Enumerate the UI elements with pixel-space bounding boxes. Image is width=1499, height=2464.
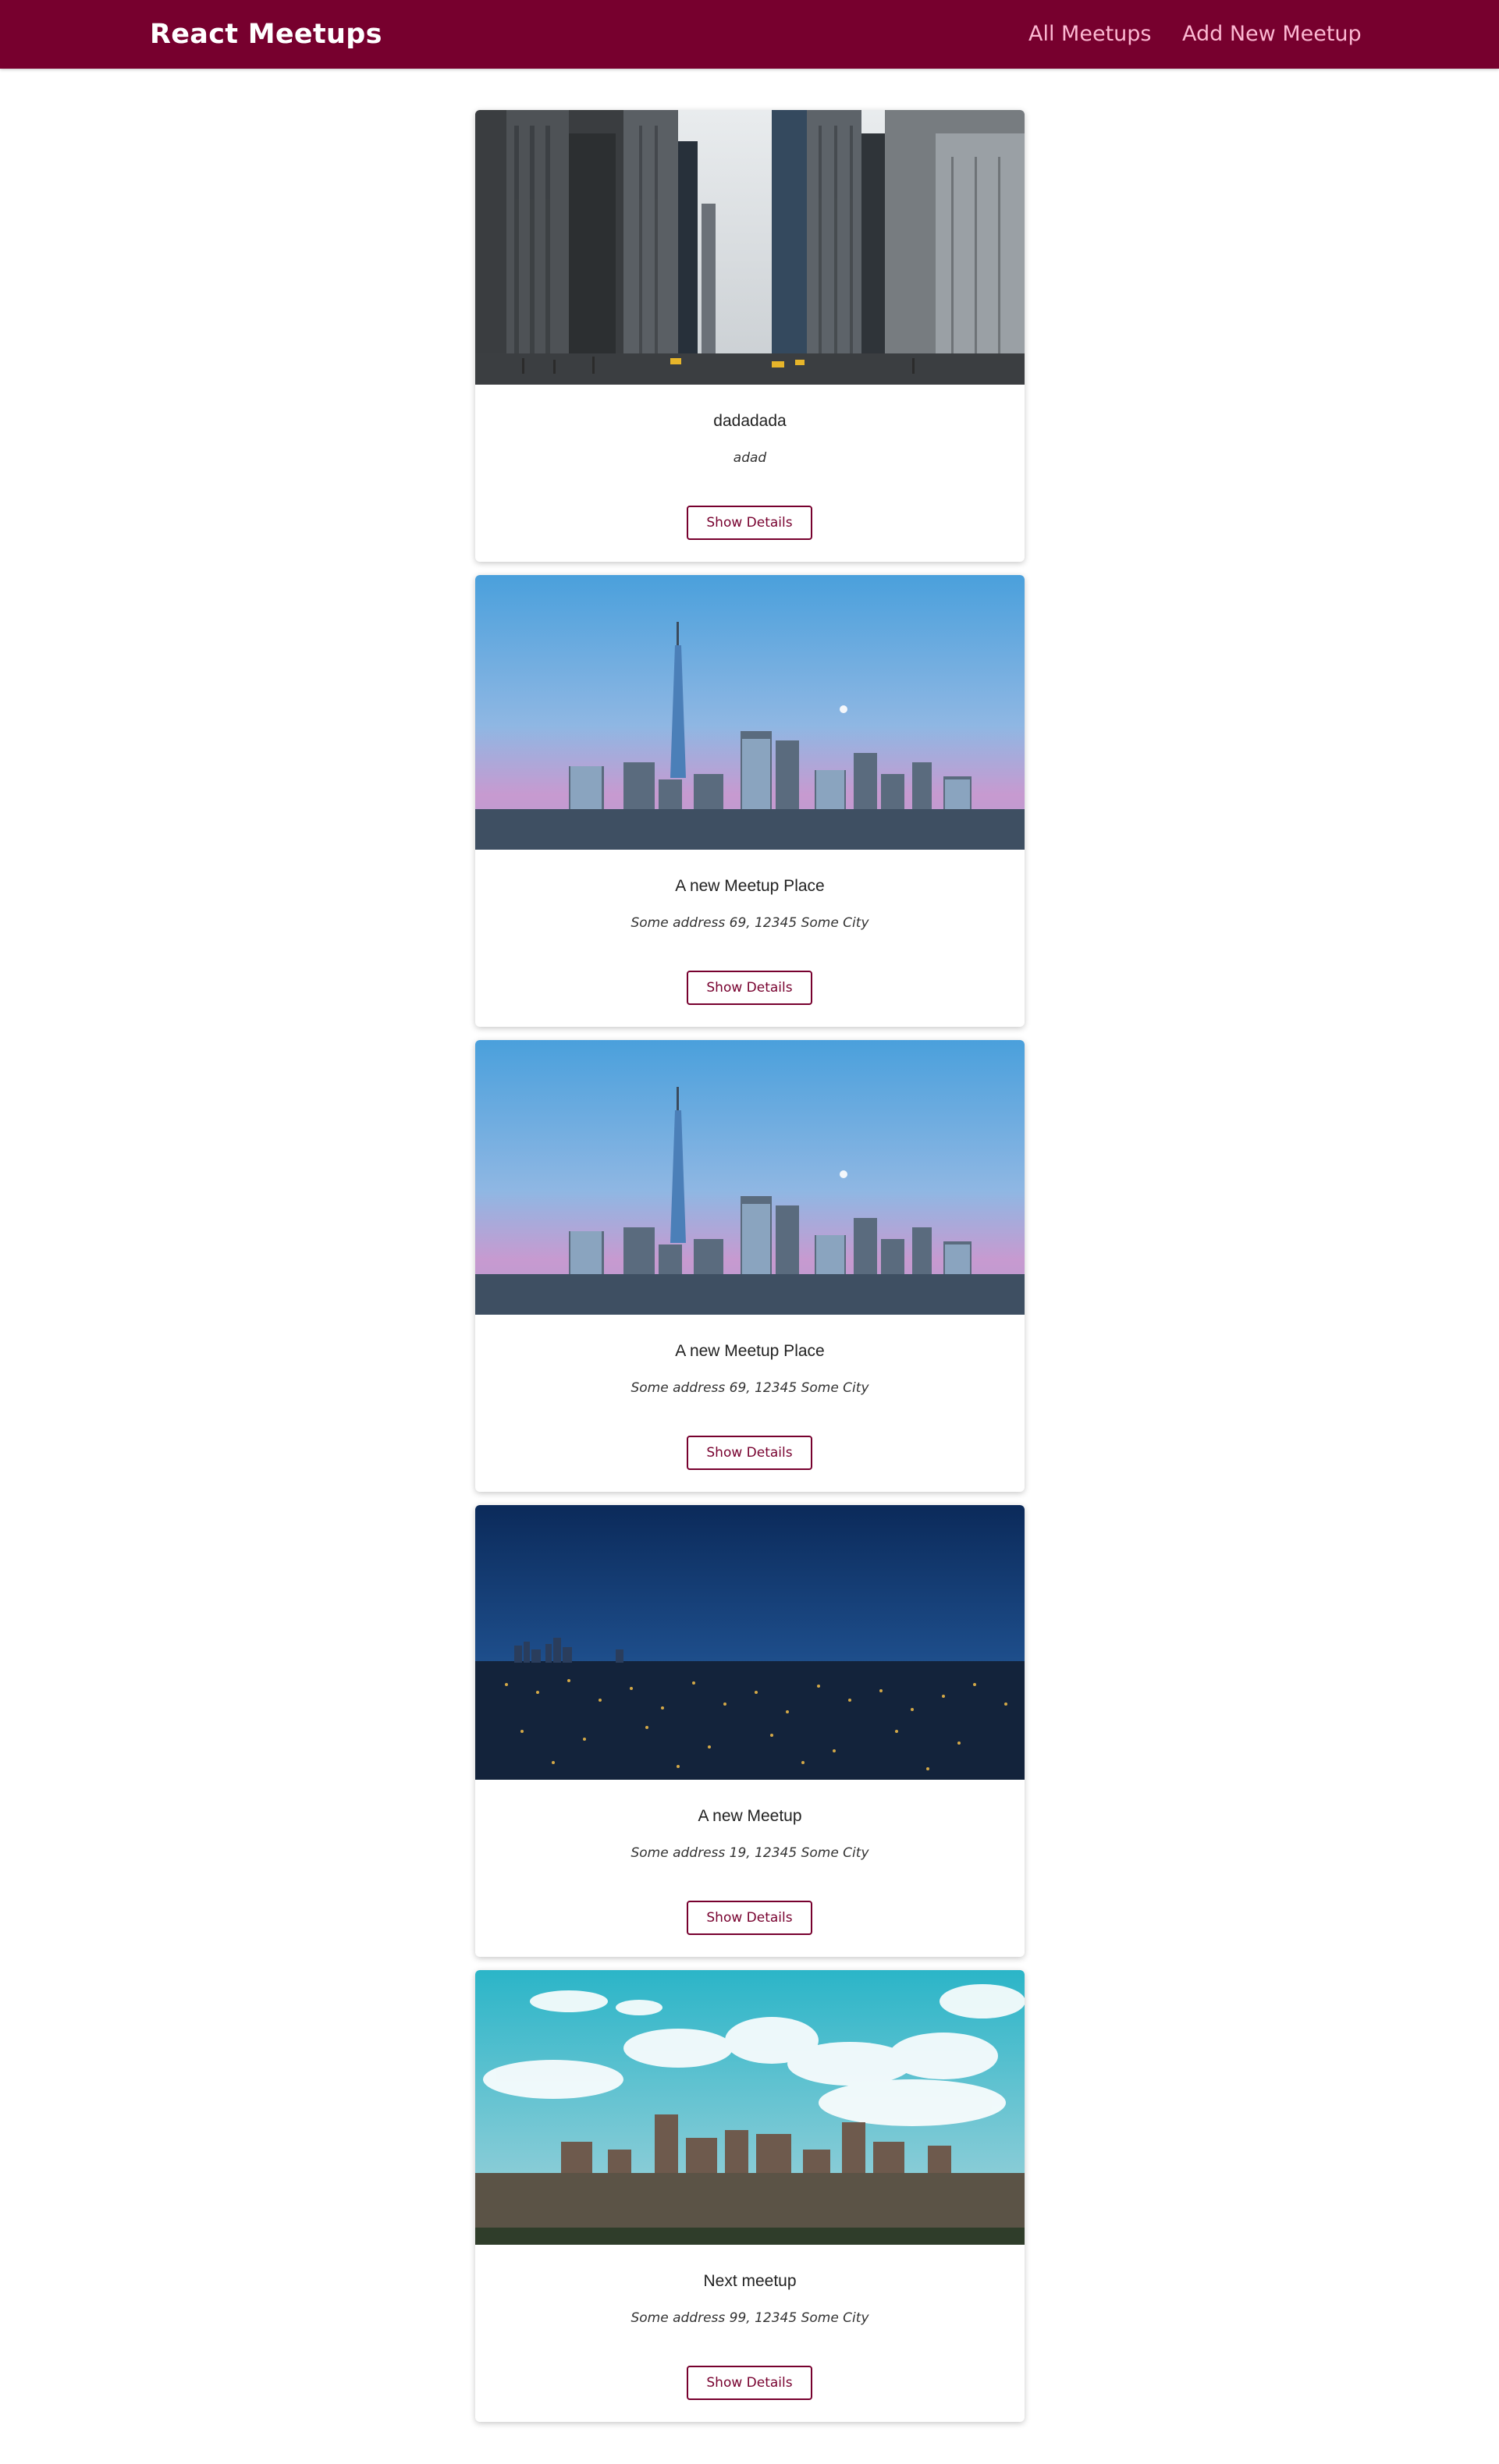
meetup-image (475, 1040, 1025, 1315)
nav-add-new-meetup[interactable]: Add New Meetup (1182, 19, 1362, 50)
meetup-title: A new Meetup Place (675, 877, 825, 895)
show-details-button[interactable]: Show Details (687, 1436, 812, 1470)
meetup-card: A new Meetup Place Some address 69, 1234… (475, 575, 1025, 1027)
meetup-address: Some address 99, 12345 Some City (631, 2310, 869, 2326)
meetup-address: Some address 19, 12345 Some City (631, 1845, 869, 1861)
app-logo[interactable]: React Meetups (150, 16, 382, 53)
meetup-title: A new Meetup Place (675, 1342, 825, 1360)
show-details-button[interactable]: Show Details (687, 2366, 812, 2400)
meetup-title: A new Meetup (698, 1807, 802, 1825)
meetup-image (475, 575, 1025, 850)
show-details-button[interactable]: Show Details (687, 1901, 812, 1935)
show-details-button[interactable]: Show Details (687, 506, 812, 540)
meetup-image (475, 1970, 1025, 2245)
meetup-image (475, 1505, 1025, 1780)
meetup-address: Some address 69, 12345 Some City (631, 915, 869, 931)
meetup-card: Next meetup Some address 99, 12345 Some … (475, 1970, 1025, 2422)
show-details-button[interactable]: Show Details (687, 971, 812, 1005)
meetup-title: dadadada (713, 412, 787, 430)
app-header: React Meetups All Meetups Add New Meetup (0, 0, 1499, 69)
meetup-address: Some address 69, 12345 Some City (631, 1380, 869, 1396)
meetup-address: adad (733, 450, 767, 466)
meetup-title: Next meetup (703, 2272, 797, 2290)
meetup-card: A new Meetup Place Some address 69, 1234… (475, 1040, 1025, 1492)
meetup-card: dadadada adad Show Details (475, 110, 1025, 562)
meetup-card: A new Meetup Some address 19, 12345 Some… (475, 1505, 1025, 1957)
nav-all-meetups[interactable]: All Meetups (1028, 19, 1151, 50)
meetup-image (475, 110, 1025, 385)
